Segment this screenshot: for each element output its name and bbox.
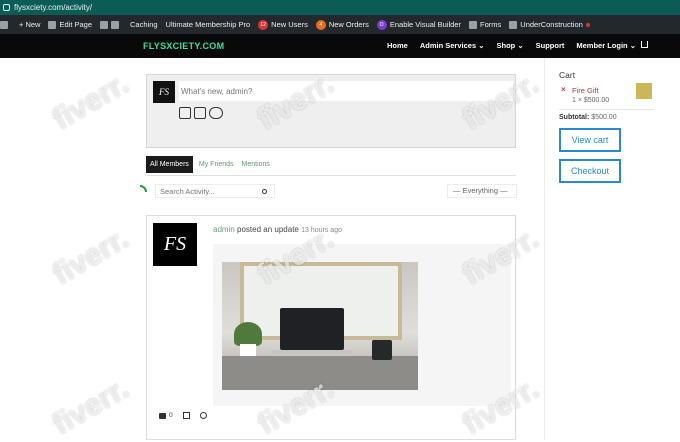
admin-bar-under-construction[interactable]: UnderConstruction bbox=[509, 20, 590, 29]
photo-desk bbox=[222, 356, 418, 390]
photo-laptop bbox=[280, 308, 344, 350]
admin-bar-wp[interactable] bbox=[0, 20, 11, 29]
under-construction-label: UnderConstruction bbox=[520, 20, 583, 29]
gear-icon bbox=[509, 20, 518, 29]
activity-composer: FS bbox=[146, 74, 516, 148]
main-menu: Home Admin Services ⌄ Shop ⌄ Support Mem… bbox=[375, 41, 636, 50]
activity-item: FS admin posted an update 13 hours ago 0 bbox=[146, 215, 516, 440]
activity-action: posted an update bbox=[237, 225, 299, 234]
comment-button[interactable]: 0 bbox=[159, 412, 173, 419]
photo-mug bbox=[372, 340, 392, 360]
plugin-icon bbox=[100, 20, 109, 29]
search-activity-input[interactable] bbox=[155, 184, 275, 198]
activity-time[interactable]: 13 hours ago bbox=[301, 227, 342, 234]
subtotal-value: $500.00 bbox=[591, 114, 617, 121]
new-label: New bbox=[25, 20, 41, 29]
browser-url-bar[interactable]: flysxciety.com/activity/ bbox=[0, 0, 680, 15]
menu-item-admin-services[interactable]: Admin Services ⌄ bbox=[420, 41, 485, 50]
admin-bar-new-orders[interactable]: 4 New Orders bbox=[315, 19, 369, 30]
photo-laptop-base bbox=[272, 350, 352, 354]
video-upload-icon[interactable] bbox=[194, 107, 206, 119]
subtotal-label: Subtotal: bbox=[559, 114, 590, 121]
composer-tools bbox=[179, 107, 223, 119]
remove-item-icon[interactable]: × bbox=[561, 85, 566, 94]
activity-photo[interactable] bbox=[222, 262, 418, 390]
menu-item-home[interactable]: Home bbox=[387, 41, 408, 50]
new-orders-badge: 4 bbox=[315, 19, 326, 30]
activity-actions: 0 bbox=[159, 412, 207, 419]
edit-page-label: Edit Page bbox=[59, 20, 93, 29]
admin-bar-new-users[interactable]: 12 New Users bbox=[258, 19, 308, 30]
activity-tabs: All Members My Friends Mentions bbox=[146, 156, 278, 173]
site-logo[interactable]: FLYSXCIETY.COM bbox=[143, 41, 224, 51]
avatar[interactable]: FS bbox=[153, 81, 175, 103]
admin-bar-forms[interactable]: Forms bbox=[469, 20, 501, 29]
main-content: FS All Members My Friends Mentions — Eve… bbox=[0, 58, 680, 440]
favorite-button[interactable] bbox=[182, 412, 190, 419]
view-cart-button[interactable]: View cart bbox=[559, 128, 621, 152]
new-orders-label: New Orders bbox=[328, 20, 369, 29]
comment-count: 0 bbox=[169, 412, 173, 419]
cart-item-name[interactable]: Fire Gift bbox=[572, 86, 599, 95]
sidebar-divider bbox=[544, 58, 545, 440]
comment-icon bbox=[0, 20, 8, 29]
pencil-icon bbox=[48, 20, 57, 29]
tabs-divider bbox=[146, 175, 516, 176]
tab-mentions[interactable]: Mentions bbox=[242, 161, 270, 168]
url-text[interactable]: flysxciety.com/activity/ bbox=[14, 3, 92, 12]
divi-icon: D bbox=[376, 19, 387, 30]
delete-button[interactable] bbox=[199, 412, 207, 419]
cart-item-thumbnail[interactable] bbox=[636, 83, 652, 99]
activity-meta: admin posted an update 13 hours ago bbox=[213, 225, 342, 234]
site-header: FLYSXCIETY.COM Home Admin Services ⌄ Sho… bbox=[0, 34, 680, 58]
whats-new-input[interactable] bbox=[179, 81, 513, 101]
admin-bar-caching[interactable]: Caching bbox=[130, 20, 158, 29]
delete-icon bbox=[199, 412, 207, 419]
rss-icon[interactable] bbox=[140, 185, 147, 192]
checkout-button[interactable]: Checkout bbox=[559, 159, 621, 183]
forms-label: Forms bbox=[480, 20, 502, 29]
admin-bar-plugin-icons[interactable] bbox=[100, 20, 122, 29]
tab-my-friends[interactable]: My Friends bbox=[199, 161, 234, 168]
visual-builder-label: Enable Visual Builder bbox=[389, 20, 462, 29]
photo-pot bbox=[240, 344, 256, 356]
avatar[interactable]: FS bbox=[153, 223, 197, 266]
star-icon bbox=[182, 412, 190, 419]
admin-bar: + New Edit Page Caching Ultimate Members… bbox=[0, 15, 680, 34]
comment-icon bbox=[159, 412, 166, 419]
admin-bar-edit-page[interactable]: Edit Page bbox=[48, 20, 92, 29]
tab-all-members[interactable]: All Members bbox=[146, 156, 193, 173]
status-dot bbox=[585, 22, 590, 27]
admin-bar-new[interactable]: + New bbox=[19, 20, 40, 29]
menu-item-shop[interactable]: Shop ⌄ bbox=[497, 41, 524, 50]
cart-icon[interactable] bbox=[641, 41, 648, 48]
lock-icon bbox=[3, 4, 10, 11]
cart-divider bbox=[559, 109, 653, 110]
admin-bar-membership[interactable]: Ultimate Membership Pro bbox=[166, 20, 251, 29]
new-users-label: New Users bbox=[271, 20, 308, 29]
admin-bar-visual-builder[interactable]: D Enable Visual Builder bbox=[376, 19, 462, 30]
cart-item-quantity: 1 × $500.00 bbox=[572, 97, 610, 104]
settings-icon bbox=[111, 20, 120, 29]
photo-plant bbox=[234, 322, 262, 346]
activity-filter-select[interactable]: — Everything — bbox=[447, 184, 517, 198]
activity-user-link[interactable]: admin bbox=[213, 225, 235, 234]
cart-subtotal: Subtotal: $500.00 bbox=[559, 114, 617, 121]
menu-item-support[interactable]: Support bbox=[536, 41, 565, 50]
search-icon[interactable] bbox=[262, 189, 267, 194]
new-users-badge: 12 bbox=[258, 19, 269, 30]
link-icon[interactable] bbox=[209, 107, 223, 119]
cart-widget-title: Cart bbox=[559, 70, 576, 80]
menu-item-member-login[interactable]: Member Login ⌄ bbox=[576, 41, 636, 50]
forms-icon bbox=[469, 20, 478, 29]
photo-upload-icon[interactable] bbox=[179, 107, 191, 119]
